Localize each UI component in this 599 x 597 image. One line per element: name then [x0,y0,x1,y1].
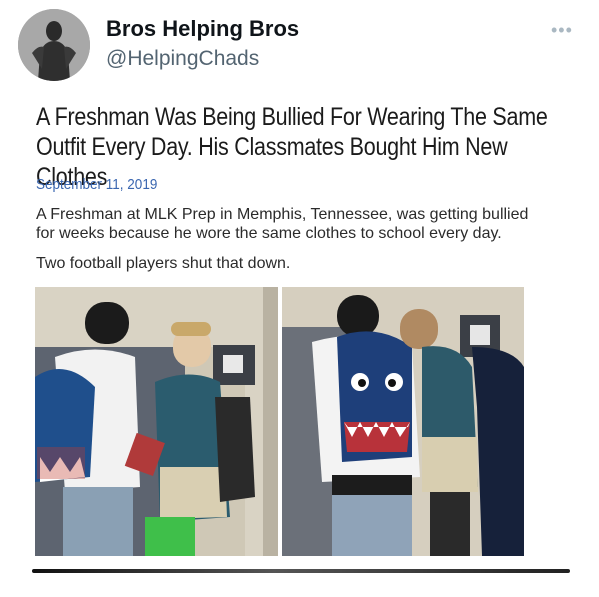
divider [32,569,570,573]
display-name[interactable]: Bros Helping Bros [106,16,299,42]
photo-right[interactable] [282,287,524,556]
more-horizontal-icon[interactable]: ••• [551,20,573,41]
article-paragraph: A Freshman at MLK Prep in Memphis, Tenne… [36,206,529,242]
user-handle[interactable]: @HelpingChads [106,47,259,71]
avatar[interactable] [18,9,90,81]
article-date: September 11, 2019 [36,176,158,193]
article-paragraph: Two football players shut that down. [36,255,291,272]
photo-left[interactable] [35,287,278,556]
